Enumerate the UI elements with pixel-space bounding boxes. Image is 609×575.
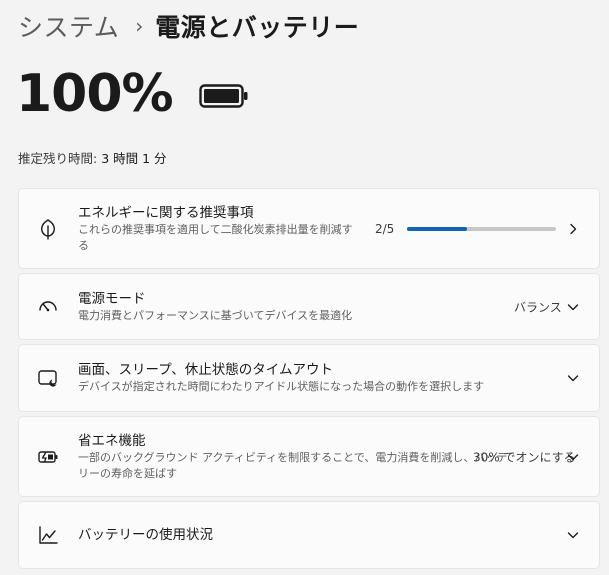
time-remaining-label: 推定残り時間: bbox=[18, 151, 98, 166]
power-battery-page: システム › 電源とバッテリー 100% 推定残り時間: 3 時間 1 分 エネ… bbox=[0, 0, 609, 575]
battery-usage-card[interactable]: バッテリーの使用状況 bbox=[18, 501, 600, 569]
power-mode-text: 電源モード 電力消費とパフォーマンスに基づいてデバイスを最適化 bbox=[78, 290, 352, 324]
estimated-time-remaining: 推定残り時間: 3 時間 1 分 bbox=[18, 148, 167, 167]
power-mode-card[interactable]: 電源モード 電力消費とパフォーマンスに基づいてデバイスを最適化 バランス bbox=[18, 273, 600, 340]
battery-saver-icon bbox=[38, 450, 58, 463]
battery-saver-card[interactable]: 省エネ機能 一部のバックグラウンド アクティビティを制限することで、電力消費を削… bbox=[18, 416, 600, 497]
battery-percentage: 100% bbox=[16, 64, 174, 124]
battery-usage-text: バッテリーの使用状況 bbox=[78, 526, 213, 544]
battery-status: 100% bbox=[16, 68, 249, 120]
chevron-down-icon bbox=[567, 453, 579, 460]
breadcrumb-separator: › bbox=[135, 14, 144, 38]
chevron-down-icon bbox=[567, 532, 579, 539]
battery-saver-desc-line2: リーの寿命を延ばす bbox=[78, 466, 177, 480]
screen-sleep-desc: デバイスが指定された時間にわたりアイドル状態になった場合の動作を選択します bbox=[78, 380, 485, 393]
time-remaining-value: 3 時間 1 分 bbox=[101, 151, 167, 166]
recommendations-progress-bar bbox=[407, 226, 556, 231]
screen-sleep-timeout-card[interactable]: 画面、スリープ、休止状態のタイムアウト デバイスが指定された時間にわたりアイドル… bbox=[18, 344, 600, 412]
chevron-right-icon bbox=[570, 223, 577, 234]
battery-saver-text: 省エネ機能 一部のバックグラウンド アクティビティを制限することで、電力消費を削… bbox=[78, 432, 507, 482]
leaf-icon bbox=[41, 218, 55, 240]
battery-usage-title: バッテリーの使用状況 bbox=[78, 527, 213, 543]
battery-saver-desc-line1: 一部のバックグラウンド アクティビティを制限することで、電力消費を削減し、バッテ bbox=[78, 450, 508, 464]
energy-recommendations-card[interactable]: エネルギーに関する推奨事項 これらの推奨事項を適用して二酸化炭素排出量を削減する… bbox=[18, 188, 600, 269]
energy-recommendations-text: エネルギーに関する推奨事項 これらの推奨事項を適用して二酸化炭素排出量を削減する bbox=[78, 204, 361, 254]
chevron-down-icon bbox=[567, 303, 579, 310]
screen-sleep-icon bbox=[38, 370, 57, 387]
energy-recommendations-title: エネルギーに関する推奨事項 bbox=[78, 204, 254, 221]
power-mode-title: 電源モード bbox=[78, 290, 146, 307]
recommendations-progress-fill bbox=[407, 226, 467, 231]
recommendations-count: 2/5 bbox=[375, 221, 395, 236]
battery-full-icon bbox=[198, 84, 248, 108]
power-mode-select[interactable]: バランス bbox=[514, 298, 562, 315]
battery-saver-threshold-select[interactable]: 30% でオンにする bbox=[473, 448, 576, 465]
power-mode-desc: 電力消費とパフォーマンスに基づいてデバイスを最適化 bbox=[78, 308, 353, 322]
breadcrumb: システム › 電源とバッテリー bbox=[18, 8, 359, 44]
screen-sleep-title: 画面、スリープ、休止状態のタイムアウト bbox=[78, 362, 334, 378]
battery-saver-title: 省エネ機能 bbox=[78, 432, 146, 449]
page-title: 電源とバッテリー bbox=[155, 13, 360, 42]
breadcrumb-system-link[interactable]: システム bbox=[18, 8, 119, 44]
energy-recommendations-desc: これらの推奨事項を適用して二酸化炭素排出量を削減する bbox=[78, 222, 353, 252]
screen-sleep-text: 画面、スリープ、休止状態のタイムアウト デバイスが指定された時間にわたりアイドル… bbox=[78, 361, 484, 395]
usage-chart-icon bbox=[39, 526, 58, 544]
chevron-down-icon bbox=[567, 375, 579, 382]
gauge-icon bbox=[39, 300, 57, 311]
